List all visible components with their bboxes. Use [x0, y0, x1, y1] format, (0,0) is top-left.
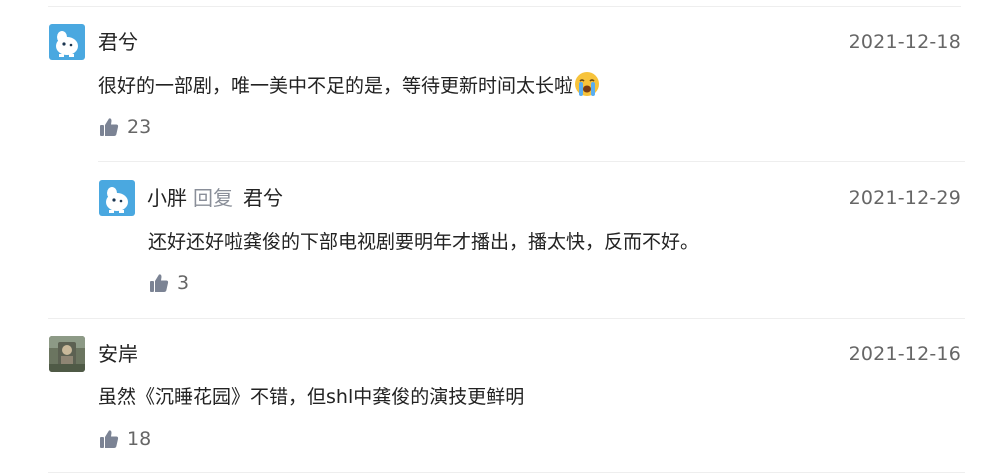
like-count: 23 [127, 116, 152, 138]
username[interactable]: 君兮 [98, 29, 138, 55]
like-count: 18 [127, 428, 152, 450]
reply-target-username[interactable]: 君兮 [243, 186, 283, 210]
blue-dog-avatar-icon [99, 180, 135, 216]
avatar[interactable] [49, 336, 85, 372]
blue-dog-avatar-icon [49, 24, 85, 60]
like-button[interactable]: 23 [99, 116, 151, 138]
username[interactable]: 安岸 [98, 341, 138, 367]
like-button[interactable]: 3 [149, 272, 189, 294]
thumbs-up-icon [150, 274, 169, 292]
bottom-divider [48, 472, 965, 473]
avatar[interactable] [99, 180, 135, 216]
comment-date: 2021-12-18 [848, 31, 961, 53]
photo-avatar-icon [49, 336, 85, 372]
comment-text: 还好还好啦龚俊的下部电视剧要明年才播出，播太快，反而不好。 [148, 231, 700, 253]
top-divider [48, 6, 961, 7]
comment-text-content: 很好的一部剧，唯一美中不足的是，等待更新时间太长啦 [98, 75, 574, 97]
comment-text: 虽然《沉睡花园》不错，但shl中龚俊的演技更鲜明 [98, 386, 525, 408]
like-count: 3 [177, 272, 190, 294]
thumbs-up-icon [100, 118, 119, 136]
reply-label: 回复 [193, 186, 233, 210]
thumbs-up-icon [100, 430, 119, 448]
username[interactable]: 小胖 [147, 186, 187, 210]
like-button[interactable]: 18 [99, 428, 151, 450]
comment-date: 2021-12-16 [848, 343, 961, 365]
comment-text: 很好的一部剧，唯一美中不足的是，等待更新时间太长啦 [98, 71, 600, 100]
reply-divider [98, 161, 965, 162]
reply-header: 小胖 回复 君兮 [147, 185, 283, 211]
comment-date: 2021-12-29 [848, 187, 961, 209]
loudly-crying-face-emoji-icon [575, 72, 600, 96]
comment-divider [48, 318, 965, 319]
avatar[interactable] [49, 24, 85, 60]
